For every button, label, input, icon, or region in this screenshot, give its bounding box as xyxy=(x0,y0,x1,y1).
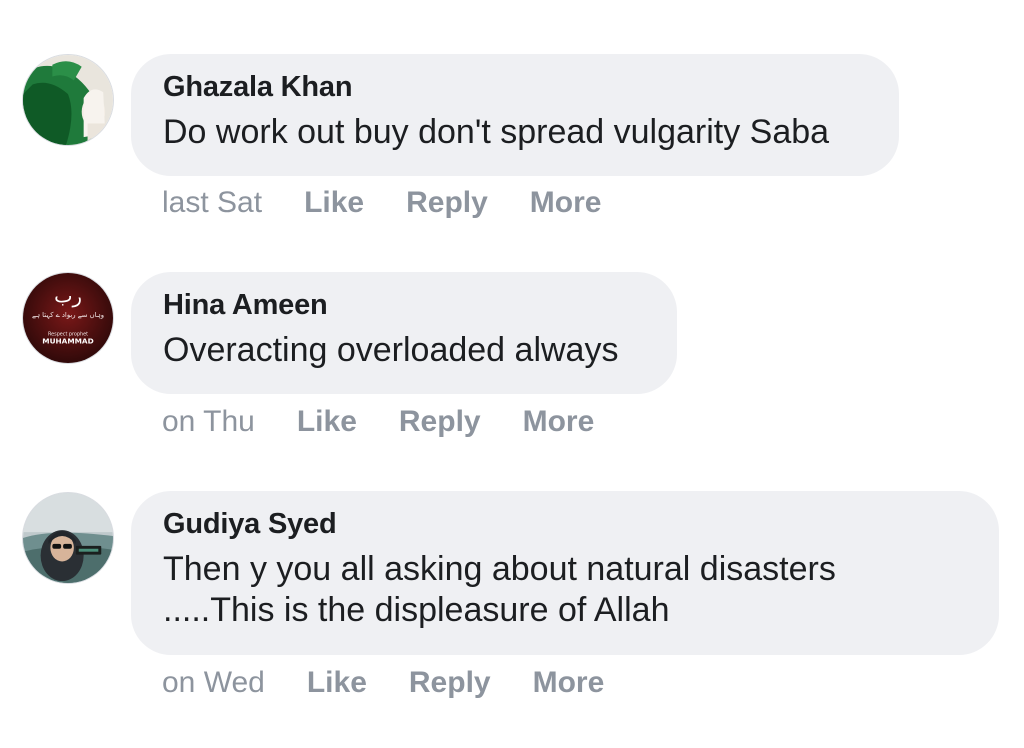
comment-text: Overacting overloaded always xyxy=(163,331,619,369)
comment-author[interactable]: Hina Ameen xyxy=(163,288,645,322)
comment-text-line: Then y you all asking about natural disa… xyxy=(163,550,836,588)
comment-bubble: Gudiya Syed Then y you all asking about … xyxy=(131,491,999,655)
comment-bubble: Hina Ameen Overacting overloaded always xyxy=(131,272,677,394)
reply-button[interactable]: Reply xyxy=(399,405,481,439)
profile-photo-icon xyxy=(23,493,113,583)
avatar-caption-line2: MUHAMMAD xyxy=(42,336,93,345)
comment-author[interactable]: Gudiya Syed xyxy=(163,507,967,541)
comment-text: Then y you all asking about natural disa… xyxy=(163,549,967,631)
like-button[interactable]: Like xyxy=(297,405,357,439)
comment-timestamp[interactable]: on Wed xyxy=(162,666,265,700)
reply-button[interactable]: Reply xyxy=(406,186,488,220)
comment-actions: on Wed Like Reply More xyxy=(162,666,646,700)
reply-button[interactable]: Reply xyxy=(409,666,491,700)
more-button[interactable]: More xyxy=(533,666,605,700)
like-button[interactable]: Like xyxy=(304,186,364,220)
avatar[interactable] xyxy=(22,54,114,146)
profile-photo-icon: رب وہاں سے ربواد ے کہتا ہے Respect proph… xyxy=(23,273,113,363)
avatar-caption-top: رب xyxy=(54,284,82,307)
comment-bubble: Ghazala Khan Do work out buy don't sprea… xyxy=(131,54,899,176)
comment-text: Do work out buy don't spread vulgarity S… xyxy=(163,113,830,151)
more-button[interactable]: More xyxy=(523,405,595,439)
comment-actions: on Thu Like Reply More xyxy=(162,405,636,439)
avatar[interactable]: رب وہاں سے ربواد ے کہتا ہے Respect proph… xyxy=(22,272,114,364)
comment-actions: last Sat Like Reply More xyxy=(162,186,643,220)
comment-author[interactable]: Ghazala Khan xyxy=(163,70,867,104)
more-button[interactable]: More xyxy=(530,186,602,220)
comment-text-line: .....This is the displeasure of Allah xyxy=(163,591,670,629)
profile-photo-icon xyxy=(23,55,113,145)
avatar[interactable] xyxy=(22,492,114,584)
comment-timestamp[interactable]: last Sat xyxy=(162,186,262,220)
comment-timestamp[interactable]: on Thu xyxy=(162,405,255,439)
avatar-caption-middle: وہاں سے ربواد ے کہتا ہے xyxy=(32,311,104,319)
like-button[interactable]: Like xyxy=(307,666,367,700)
